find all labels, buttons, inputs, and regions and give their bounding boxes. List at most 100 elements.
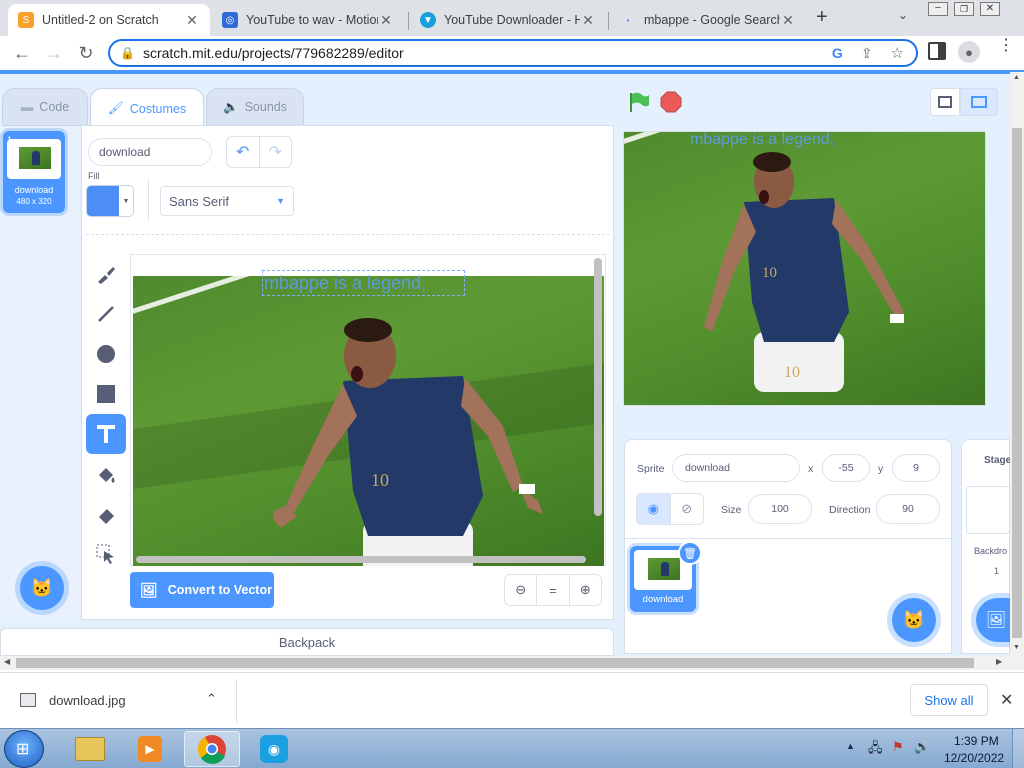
windows-taskbar: ⊞ ▶ ◉ ▲ 🖧 ⚑ 🔊 1:39 PM 12/20/2022 [0, 728, 1024, 768]
small-stage-button[interactable] [930, 88, 960, 116]
google-favicon-icon: • [626, 15, 630, 25]
eraser-tool[interactable] [88, 496, 124, 532]
start-button[interactable]: ⊞ [4, 730, 44, 768]
chrome-taskbar-icon[interactable] [184, 731, 240, 767]
browser-tab-motion[interactable]: ◎ YouTube to wav - Motion ✕ [212, 4, 404, 36]
zoom-in-icon[interactable]: ⊕ [570, 575, 601, 605]
choose-sprite-button[interactable]: 🐱 [892, 598, 936, 642]
undo-icon[interactable]: ↶ [227, 137, 260, 167]
close-shelf-icon[interactable]: ✕ [1000, 690, 1013, 710]
normal-stage-button[interactable] [960, 88, 998, 116]
canvas-horizontal-scrollbar[interactable] [136, 556, 586, 563]
horizontal-scroll-thumb[interactable] [16, 658, 974, 668]
volume-icon[interactable]: 🔊 [914, 739, 930, 755]
minimize-icon[interactable]: – [928, 2, 948, 16]
close-tab-icon[interactable]: ✕ [378, 12, 394, 29]
scroll-down-icon[interactable]: ▼ [1013, 644, 1020, 651]
media-player-taskbar-icon[interactable]: ▶ [122, 731, 178, 767]
fill-tool[interactable] [88, 458, 124, 494]
convert-to-vector-button[interactable]: 🖼 Convert to Vector [130, 572, 274, 608]
canvas-vertical-scrollbar[interactable] [594, 258, 602, 516]
close-window-icon[interactable]: ✕ [980, 2, 1000, 16]
back-arrow-icon[interactable]: ← [10, 41, 34, 65]
delete-sprite-trash-icon[interactable]: 🗑 [678, 541, 702, 565]
reload-icon[interactable]: ↻ [74, 41, 98, 65]
direction-input[interactable]: 90 [876, 494, 940, 524]
select-tool[interactable] [88, 536, 124, 572]
close-tab-icon[interactable]: ✕ [780, 12, 796, 29]
menu-kebab-icon[interactable]: ⋮ [998, 38, 1014, 54]
scroll-up-icon[interactable]: ▲ [1013, 74, 1020, 81]
downloader-taskbar-icon[interactable]: ◉ [246, 731, 302, 767]
bookmark-star-icon[interactable]: ☆ [891, 44, 904, 62]
svg-text:10: 10 [371, 470, 389, 490]
address-bar[interactable]: 🔒 scratch.mit.edu/projects/779682289/edi… [108, 39, 918, 67]
download-chevron-up-icon[interactable]: ⌃ [206, 691, 217, 707]
clock-date[interactable]: 12/20/2022 [944, 751, 1004, 765]
font-dropdown[interactable]: Sans Serif ▼ [160, 186, 294, 216]
canvas-text[interactable]: mbappe is a legend, [264, 273, 426, 294]
green-flag-icon[interactable] [628, 91, 650, 116]
browser-tab-scratch[interactable]: S Untitled-2 on Scratch ✕ [8, 4, 210, 36]
backpack[interactable]: Backpack [0, 628, 614, 656]
scroll-right-icon[interactable]: ▶ [996, 657, 1002, 666]
scroll-left-icon[interactable]: ◀ [4, 657, 10, 666]
choose-costume-button[interactable]: 🐱 [20, 566, 64, 610]
zoom-out-icon[interactable]: ⊖ [505, 575, 538, 605]
forward-arrow-icon[interactable]: → [42, 41, 66, 65]
page-horizontal-scrollbar[interactable]: ◀ ▶ [0, 656, 1024, 670]
page-vertical-scrollbar[interactable]: ▲ ▼ [1010, 72, 1024, 656]
tab-costumes[interactable]: 🖌 Costumes [90, 88, 204, 128]
clock-time[interactable]: 1:39 PM [954, 734, 999, 748]
profile-avatar-icon[interactable]: ● [958, 41, 980, 63]
y-input[interactable]: 9 [892, 454, 940, 482]
tab-strip: S Untitled-2 on Scratch ✕ ◎ YouTube to w… [0, 0, 1024, 36]
rectangle-tool[interactable] [88, 376, 124, 412]
tab-search-chevron-icon[interactable]: ⌄ [898, 8, 908, 22]
new-tab-plus-icon[interactable]: + [816, 6, 828, 29]
brush-tool[interactable] [88, 256, 124, 292]
x-input[interactable]: -55 [822, 454, 870, 482]
undo-redo-group: ↶ ↷ [226, 136, 292, 168]
fill-color-picker[interactable]: ▼ [86, 185, 134, 217]
size-input[interactable]: 100 [748, 494, 812, 524]
tray-arrow-icon[interactable]: ▲ [846, 741, 855, 751]
backdrops-label: Backdro [974, 546, 1008, 556]
text-t-icon [97, 425, 115, 443]
circle-tool[interactable] [88, 336, 124, 372]
explorer-taskbar-icon[interactable] [62, 731, 118, 767]
sprite-name-input[interactable]: download [672, 454, 800, 482]
browser-tab-google[interactable]: • mbappe - Google Search ✕ [610, 4, 806, 36]
tab-code[interactable]: ▬ Code [2, 88, 88, 126]
line-tool[interactable] [88, 296, 124, 332]
browser-tab-downloader[interactable]: ▼ YouTube Downloader - H ✕ [410, 4, 606, 36]
tab-sounds[interactable]: 🔈 Sounds [206, 88, 304, 126]
show-desktop-button[interactable] [1012, 729, 1024, 768]
zoom-reset-button[interactable]: = [537, 575, 570, 605]
hide-eye-icon[interactable]: ⊘ [671, 494, 704, 524]
font-label: Sans Serif [169, 193, 229, 209]
flag-warning-icon[interactable]: ⚑ [892, 739, 904, 755]
text-tool[interactable] [86, 414, 126, 454]
redo-icon[interactable]: ↷ [260, 137, 292, 167]
costume-tile[interactable]: 1 download 480 x 320 [3, 131, 65, 213]
google-lens-icon[interactable]: G [832, 45, 843, 61]
network-icon[interactable]: 🖧 [868, 739, 883, 761]
image-icon: 🖼 [140, 581, 158, 598]
vertical-scroll-thumb[interactable] [1012, 128, 1022, 638]
stop-icon[interactable] [660, 91, 682, 116]
restore-icon[interactable]: ❐ [954, 2, 974, 16]
download-filename[interactable]: download.jpg [49, 693, 126, 708]
select-arrow-icon [96, 544, 114, 564]
side-panel-icon[interactable] [928, 42, 946, 60]
image-file-icon [20, 693, 36, 707]
close-tab-icon[interactable]: ✕ [184, 12, 200, 29]
size-label: Size [721, 504, 742, 516]
show-all-button[interactable]: Show all [910, 684, 988, 716]
share-icon[interactable]: ⇪ [861, 45, 873, 62]
player-figure: 10 10 [273, 318, 543, 566]
costume-name-input[interactable]: download [88, 138, 212, 166]
show-eye-icon[interactable]: ◉ [637, 494, 671, 524]
close-tab-icon[interactable]: ✕ [580, 12, 596, 29]
downloader-favicon-icon: ▼ [420, 12, 436, 28]
